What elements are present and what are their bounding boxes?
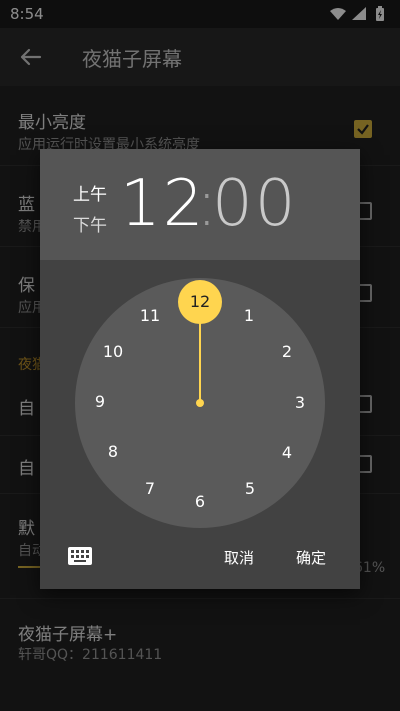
cancel-button[interactable]: 取消	[224, 547, 254, 568]
hour-2[interactable]: 2	[272, 342, 302, 362]
clock-dial[interactable]: 12 1 2 3 4 5 6 7 8 9 10 11	[75, 278, 325, 528]
hour-5[interactable]: 5	[235, 479, 265, 499]
time-picker-header: 上午 下午 12 : 00	[40, 149, 360, 260]
hour-8[interactable]: 8	[98, 442, 128, 462]
hour-display[interactable]: 12	[120, 167, 205, 241]
clock-center-dot	[196, 399, 204, 407]
hour-3[interactable]: 3	[285, 393, 315, 413]
selected-hour-label[interactable]: 12	[178, 292, 222, 311]
hour-9[interactable]: 9	[85, 392, 115, 412]
pm-toggle[interactable]: 下午	[73, 211, 107, 236]
hour-7[interactable]: 7	[135, 479, 165, 499]
minute-display[interactable]: 00	[212, 167, 297, 241]
keyboard-icon[interactable]	[68, 547, 92, 565]
hour-10[interactable]: 10	[98, 342, 128, 362]
hour-6[interactable]: 6	[185, 492, 215, 512]
hour-4[interactable]: 4	[272, 443, 302, 463]
clock-hand[interactable]	[199, 313, 201, 403]
hour-11[interactable]: 11	[135, 306, 165, 326]
am-toggle[interactable]: 上午	[73, 180, 107, 205]
ok-button[interactable]: 确定	[296, 547, 326, 568]
hour-1[interactable]: 1	[234, 306, 264, 326]
